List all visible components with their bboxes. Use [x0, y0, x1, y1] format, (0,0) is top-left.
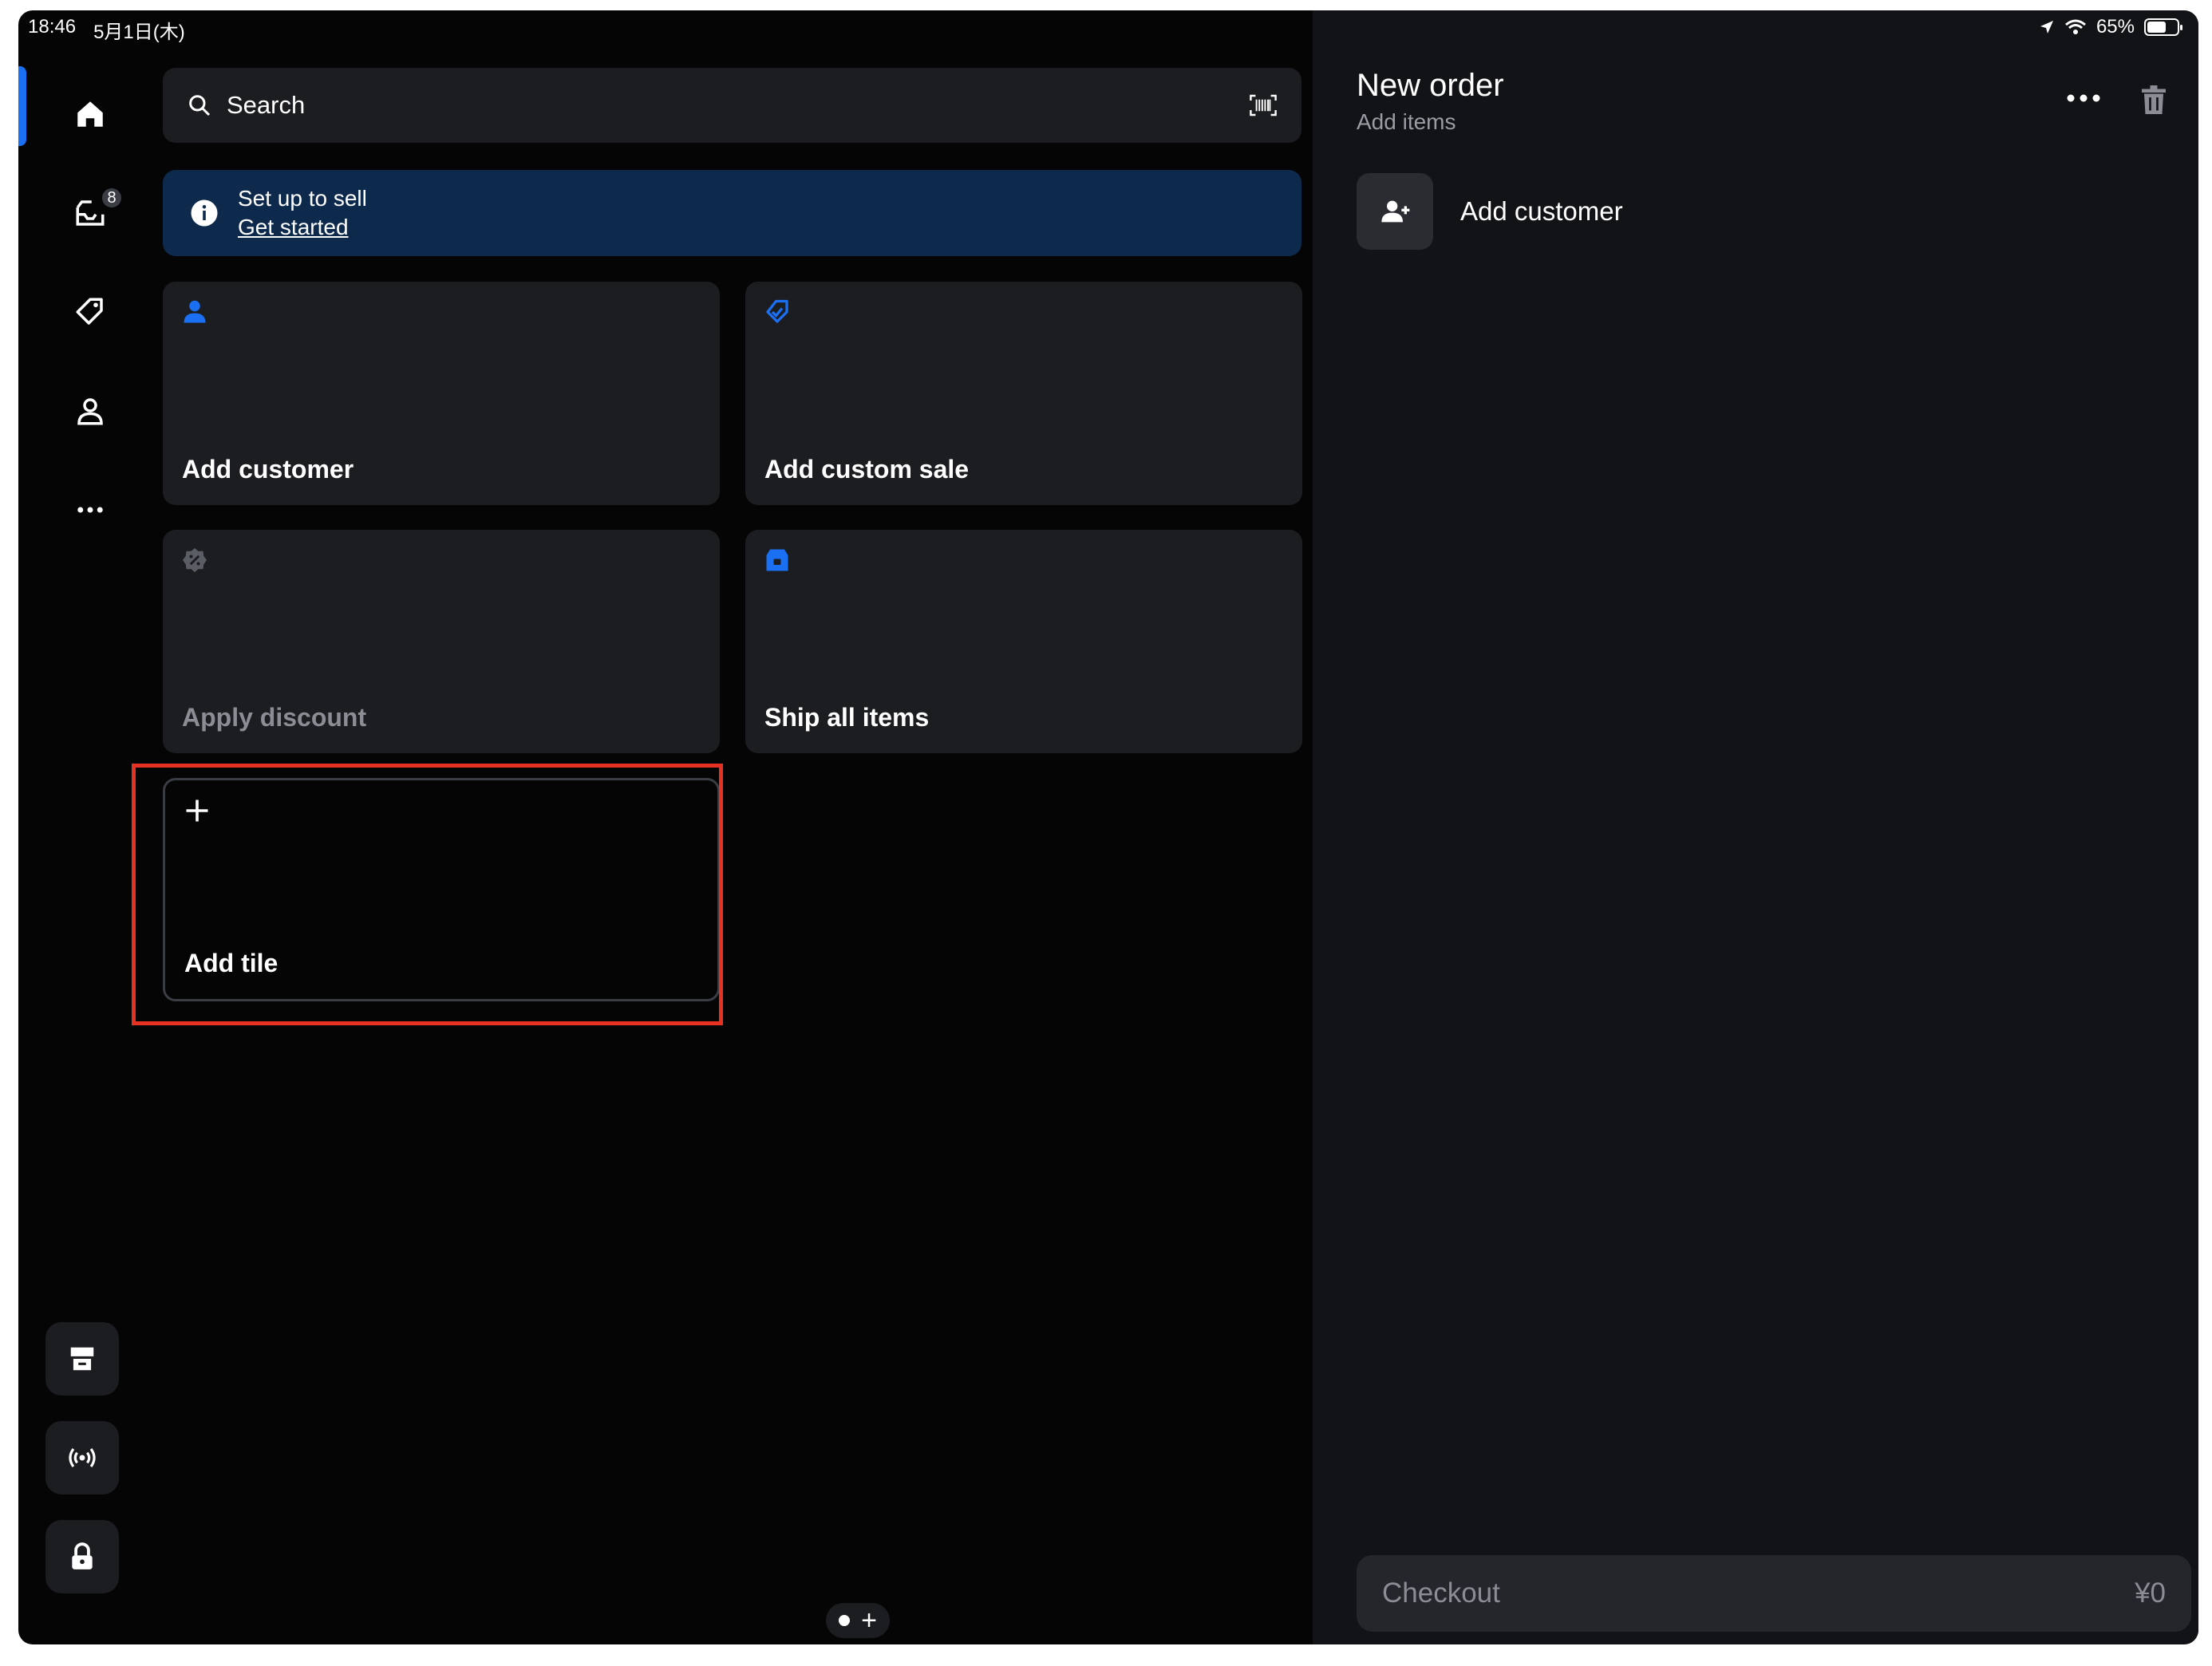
lock-icon: [72, 1542, 93, 1569]
more-dots-icon: [77, 507, 103, 513]
order-panel: New order Add items Add customer Checkou…: [1313, 10, 2198, 1644]
sidebar-item-items[interactable]: [58, 280, 122, 344]
tile-label: Add customer: [182, 455, 354, 484]
search-input[interactable]: Search: [227, 91, 1249, 120]
location-arrow-icon: [2040, 21, 2053, 34]
sidebar: 8: [18, 10, 146, 1644]
add-customer-row[interactable]: Add customer: [1357, 173, 1623, 250]
status-bar: 18:46 5月1日(木) 65%: [18, 10, 2198, 47]
sidebar-item-inbox[interactable]: 8: [58, 181, 124, 245]
tag-check-icon: [766, 299, 788, 323]
checkout-total: ¥0: [2135, 1577, 2166, 1609]
add-customer-avatar: [1357, 173, 1433, 250]
sidebar-item-more[interactable]: [58, 478, 122, 542]
status-date: 5月1日(木): [93, 22, 185, 43]
sidebar-store-button[interactable]: [45, 1322, 119, 1396]
inbox-badge: 8: [100, 186, 124, 210]
person-add-icon: [1381, 200, 1410, 223]
tile-label: Add custom sale: [764, 455, 970, 484]
sidebar-broadcast-button[interactable]: [45, 1421, 119, 1494]
sidebar-item-customers[interactable]: [58, 379, 122, 443]
tile-add-custom-sale[interactable]: Add custom sale: [745, 282, 1302, 505]
page-dot[interactable]: [839, 1615, 851, 1626]
setup-banner: Set up to sell Get started: [163, 170, 1302, 256]
battery-icon: [2144, 18, 2182, 36]
tile-ship-all-items[interactable]: Ship all items: [745, 530, 1302, 753]
order-subtitle: Add items: [1357, 109, 1456, 134]
barcode-scan-icon[interactable]: [1249, 93, 1278, 117]
home-icon: [77, 101, 103, 127]
battery-percent: 65%: [2095, 16, 2135, 38]
sidebar-active-indicator: [18, 66, 26, 146]
sidebar-item-home[interactable]: [58, 82, 122, 146]
device-screen: 18:46 5月1日(木) 65% 8 Search Set up to sel…: [18, 10, 2198, 1644]
order-title: New order: [1357, 68, 1504, 103]
page-indicator[interactable]: +: [826, 1603, 890, 1638]
tag-icon: [76, 298, 103, 325]
add-customer-label: Add customer: [1460, 196, 1623, 226]
trash-icon[interactable]: [2139, 84, 2168, 116]
status-time: 18:46: [28, 16, 77, 38]
checkout-button[interactable]: Checkout ¥0: [1357, 1555, 2191, 1632]
search-bar[interactable]: Search: [163, 68, 1302, 143]
store-icon: [70, 1347, 94, 1371]
search-icon: [189, 95, 211, 116]
sidebar-lock-button[interactable]: [45, 1520, 119, 1593]
get-started-link[interactable]: Get started: [238, 215, 367, 240]
highlight-box: [132, 764, 723, 1025]
checkout-label: Checkout: [1382, 1577, 1500, 1609]
tile-add-customer[interactable]: Add customer: [163, 282, 720, 505]
wifi-icon: [2064, 19, 2086, 34]
add-page-icon[interactable]: +: [861, 1607, 877, 1634]
person-icon: [184, 300, 206, 323]
shipping-box-icon: [766, 549, 788, 571]
discount-badge-icon: [183, 548, 207, 572]
tile-label: Apply discount: [182, 703, 367, 732]
more-options-icon[interactable]: [2066, 90, 2101, 106]
person-outline-icon: [77, 398, 103, 425]
tile-apply-discount[interactable]: Apply discount: [163, 530, 720, 753]
banner-title: Set up to sell: [238, 186, 367, 211]
tile-label: Ship all items: [764, 703, 930, 732]
broadcast-icon: [69, 1447, 96, 1468]
info-icon: [191, 199, 218, 227]
